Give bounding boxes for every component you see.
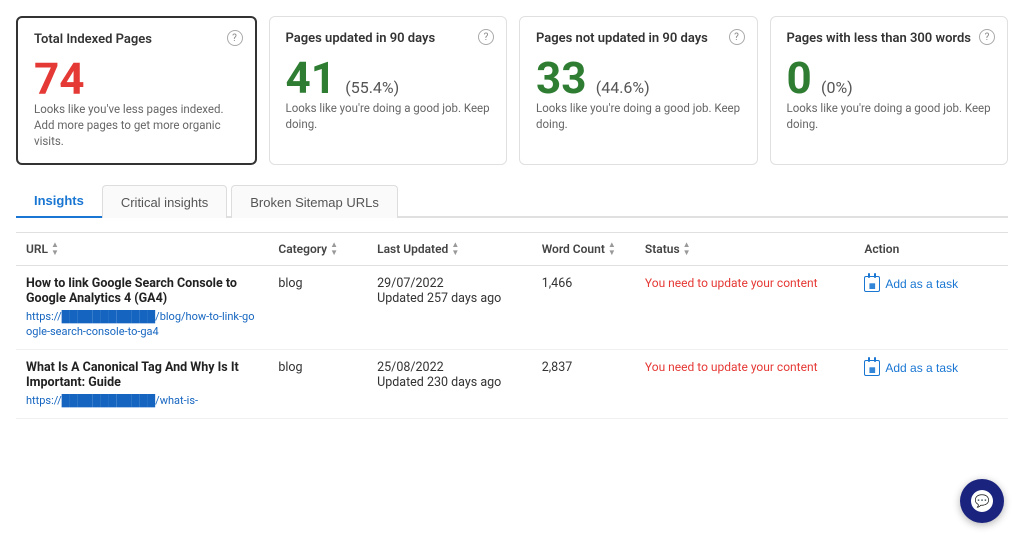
- sort-icon-category: ▲▼: [330, 241, 338, 257]
- cell-category-1: blog: [268, 350, 367, 419]
- metric-desc-total-indexed: Looks like you've less pages indexed. Ad…: [34, 101, 239, 149]
- cell-lastupdated-0: 29/07/2022 Updated 257 days ago: [367, 266, 532, 350]
- th-action: Action: [854, 233, 1008, 266]
- metric-help-total-indexed[interactable]: ?: [227, 30, 243, 46]
- cell-category-0: blog: [268, 266, 367, 350]
- metric-number-pages-not-updated-90: 33: [536, 52, 587, 104]
- cell-status-0: You need to update your content: [635, 266, 854, 350]
- th-sort-word-count: Word Count ▲▼: [542, 241, 616, 257]
- cell-action-0: ▦ Add as a task: [854, 266, 1008, 350]
- metric-percent-pages-not-updated-90: (44.6%): [596, 78, 650, 97]
- th-status[interactable]: Status ▲▼: [635, 233, 854, 266]
- cell-wordcount-0: 1,466: [532, 266, 635, 350]
- metric-help-pages-less-300[interactable]: ?: [979, 29, 995, 45]
- metric-desc-pages-updated-90: Looks like you're doing a good job. Keep…: [286, 100, 491, 132]
- cell-action-1: ▦ Add as a task: [854, 350, 1008, 419]
- calendar-icon-0: ▦: [864, 276, 880, 292]
- last-updated-ago-0: Updated 257 days ago: [377, 291, 522, 306]
- tabs-row: InsightsCritical insightsBroken Sitemap …: [16, 185, 1008, 218]
- metric-title-pages-less-300: Pages with less than 300 words: [787, 31, 992, 46]
- cell-url-0: How to link Google Search Console to Goo…: [16, 266, 268, 350]
- url-title-0: How to link Google Search Console to Goo…: [26, 276, 258, 306]
- metric-percent-pages-updated-90: (55.4%): [345, 78, 399, 97]
- last-updated-ago-1: Updated 230 days ago: [377, 375, 522, 390]
- metric-number-pages-updated-90: 41: [286, 52, 337, 104]
- calendar-icon-1: ▦: [864, 360, 880, 376]
- metric-value-pages-not-updated-90: 33 (44.6%): [536, 56, 741, 100]
- table-row: How to link Google Search Console to Goo…: [16, 266, 1008, 350]
- action-label-0: Add as a task: [885, 277, 958, 291]
- metric-card-pages-less-300: Pages with less than 300 words 0 (0%) Lo…: [770, 16, 1009, 165]
- url-link-0[interactable]: https://████████████/blog/how-to-link-go…: [26, 310, 254, 338]
- metric-desc-pages-not-updated-90: Looks like you're doing a good job. Keep…: [536, 100, 741, 132]
- metric-title-pages-updated-90: Pages updated in 90 days: [286, 31, 491, 46]
- metric-help-pages-not-updated-90[interactable]: ?: [729, 29, 745, 45]
- metric-card-pages-not-updated-90: Pages not updated in 90 days 33 (44.6%) …: [519, 16, 758, 165]
- sort-icon-last-updated: ▲▼: [451, 241, 459, 257]
- metric-title-pages-not-updated-90: Pages not updated in 90 days: [536, 31, 741, 46]
- metric-desc-pages-less-300: Looks like you're doing a good job. Keep…: [787, 100, 992, 132]
- insights-table: URL ▲▼ Category ▲▼ Last Updated ▲▼ Word …: [16, 232, 1008, 419]
- metric-card-pages-updated-90: Pages updated in 90 days 41 (55.4%) Look…: [269, 16, 508, 165]
- table-header-row: URL ▲▼ Category ▲▼ Last Updated ▲▼ Word …: [16, 233, 1008, 266]
- cell-status-1: You need to update your content: [635, 350, 854, 419]
- add-task-button-1[interactable]: ▦ Add as a task: [864, 360, 958, 376]
- metrics-row: Total Indexed Pages 74 Looks like you've…: [16, 16, 1008, 165]
- metric-title-total-indexed: Total Indexed Pages: [34, 32, 239, 47]
- sort-icon-word-count: ▲▼: [608, 241, 616, 257]
- url-title-1: What Is A Canonical Tag And Why Is It Im…: [26, 360, 258, 390]
- last-updated-date-1: 25/08/2022: [377, 360, 522, 375]
- chat-icon: 💬: [971, 490, 993, 512]
- th-category[interactable]: Category ▲▼: [268, 233, 367, 266]
- metric-number-pages-less-300: 0: [787, 52, 812, 104]
- action-label-1: Add as a task: [885, 361, 958, 375]
- metric-value-pages-less-300: 0 (0%): [787, 56, 992, 100]
- th-sort-url: URL ▲▼: [26, 241, 59, 257]
- sort-icon-status: ▲▼: [683, 241, 691, 257]
- metric-help-pages-updated-90[interactable]: ?: [478, 29, 494, 45]
- metric-value-pages-updated-90: 41 (55.4%): [286, 56, 491, 100]
- page-wrapper: Total Indexed Pages 74 Looks like you've…: [0, 0, 1024, 543]
- th-sort-category: Category ▲▼: [278, 241, 338, 257]
- th-sort-last-updated: Last Updated ▲▼: [377, 241, 459, 257]
- th-word-count[interactable]: Word Count ▲▼: [532, 233, 635, 266]
- chat-bubble[interactable]: 💬: [960, 479, 1004, 523]
- sort-icon-url: ▲▼: [51, 241, 59, 257]
- table-row: What Is A Canonical Tag And Why Is It Im…: [16, 350, 1008, 419]
- th-sort-status: Status ▲▼: [645, 241, 691, 257]
- metric-card-total-indexed: Total Indexed Pages 74 Looks like you've…: [16, 16, 257, 165]
- tab-insights[interactable]: Insights: [16, 185, 102, 218]
- table-body: How to link Google Search Console to Goo…: [16, 266, 1008, 419]
- cell-url-1: What Is A Canonical Tag And Why Is It Im…: [16, 350, 268, 419]
- status-text-0: You need to update your content: [645, 276, 818, 290]
- th-last-updated[interactable]: Last Updated ▲▼: [367, 233, 532, 266]
- status-text-1: You need to update your content: [645, 360, 818, 374]
- cell-lastupdated-1: 25/08/2022 Updated 230 days ago: [367, 350, 532, 419]
- tab-broken-sitemap[interactable]: Broken Sitemap URLs: [231, 185, 398, 218]
- url-link-1[interactable]: https://████████████/what-is-: [26, 394, 198, 407]
- th-url[interactable]: URL ▲▼: [16, 233, 268, 266]
- metric-value-total-indexed: 74: [34, 57, 239, 101]
- tab-critical-insights[interactable]: Critical insights: [102, 185, 227, 218]
- last-updated-date-0: 29/07/2022: [377, 276, 522, 291]
- add-task-button-0[interactable]: ▦ Add as a task: [864, 276, 958, 292]
- metric-percent-pages-less-300: (0%): [821, 78, 853, 97]
- cell-wordcount-1: 2,837: [532, 350, 635, 419]
- metric-number-total-indexed: 74: [34, 53, 85, 105]
